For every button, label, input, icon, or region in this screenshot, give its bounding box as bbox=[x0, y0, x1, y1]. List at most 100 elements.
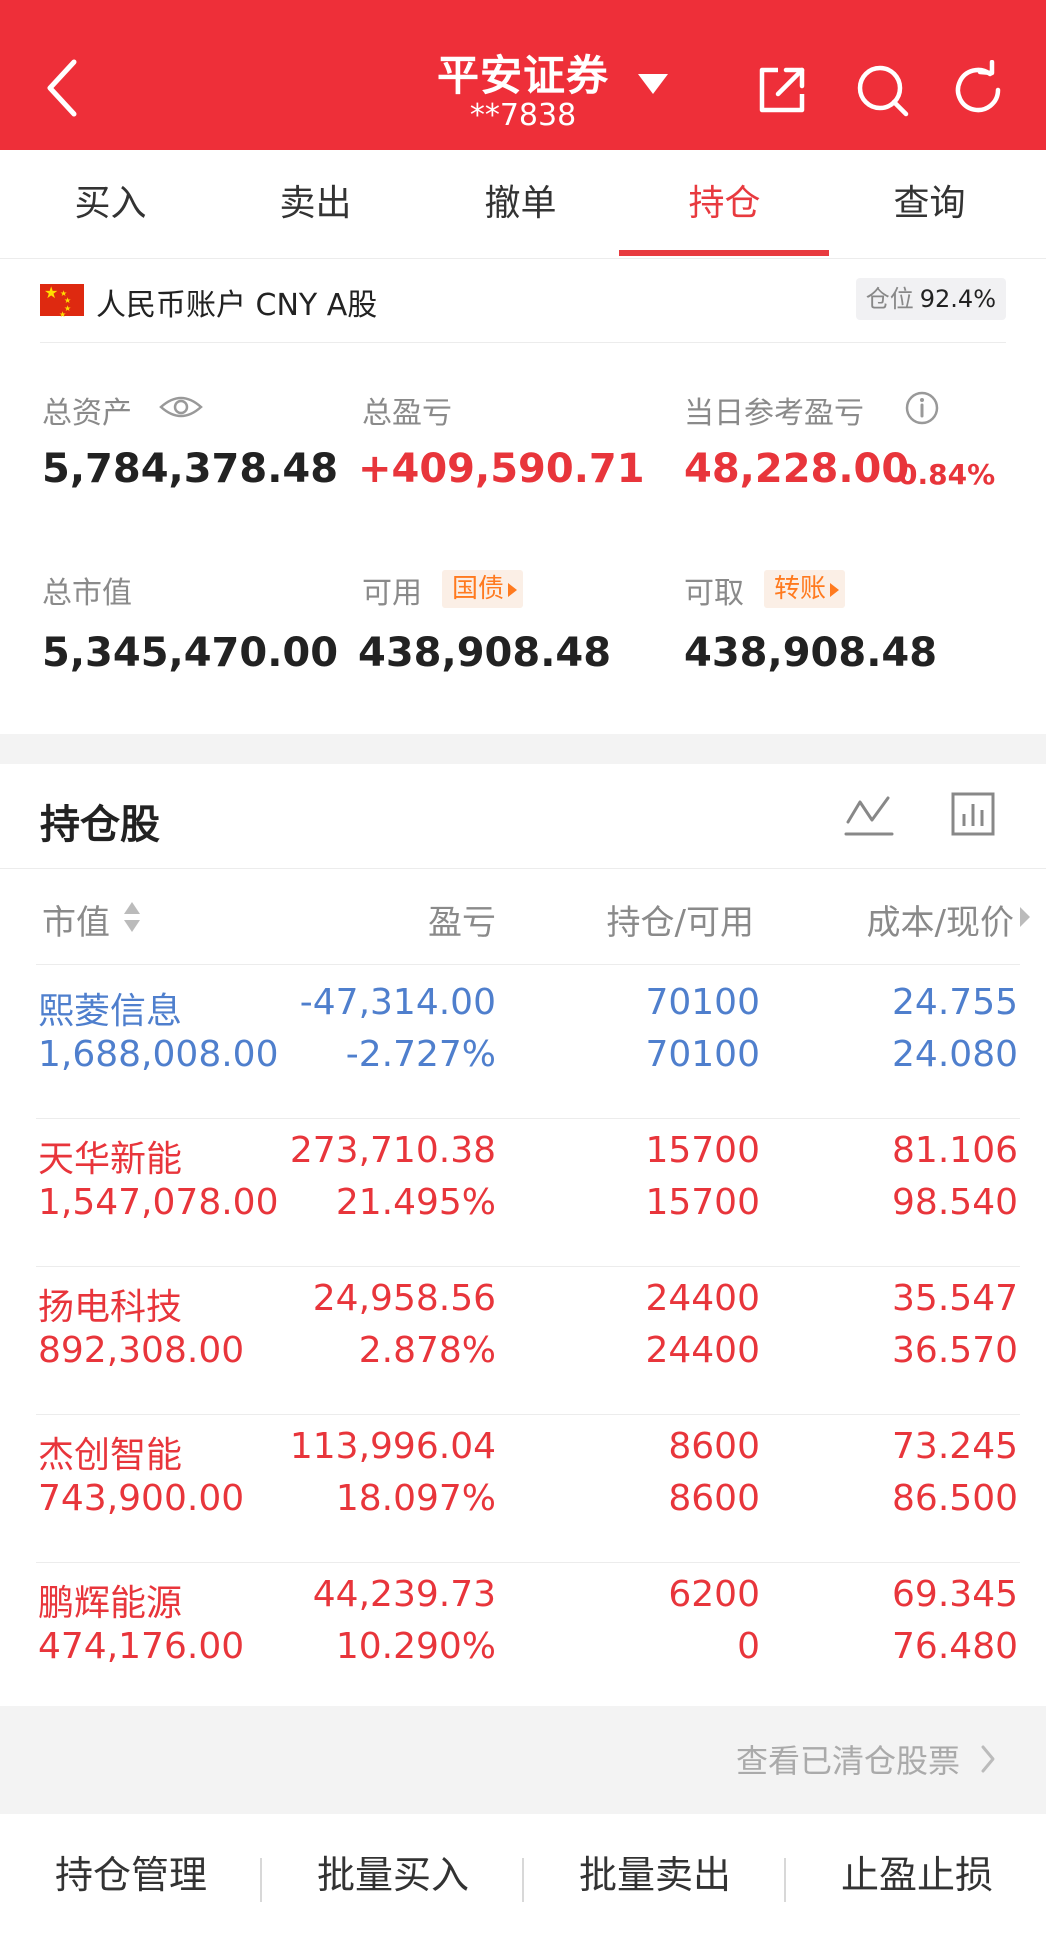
position-ratio-badge: 仓位 92.4% bbox=[855, 278, 1006, 320]
take-profit-stop-loss-button[interactable]: 止盈止损 bbox=[786, 1844, 1046, 1899]
available-label: 可用 bbox=[362, 576, 422, 611]
stock-pl-percent: -2.727% bbox=[345, 1034, 496, 1075]
divider bbox=[36, 1118, 1020, 1119]
available-value: 438,908.48 bbox=[358, 630, 612, 676]
stock-available: 15700 bbox=[645, 1182, 760, 1223]
divider bbox=[36, 1414, 1020, 1415]
batch-sell-button[interactable]: 批量卖出 bbox=[524, 1844, 786, 1899]
total-pl-label: 总盈亏 bbox=[362, 396, 452, 431]
stock-available: 70100 bbox=[645, 1034, 760, 1075]
account-bar: ★ ★ ★ ★ ★ 人民币账户 CNY A股 仓位 92.4% bbox=[40, 272, 1006, 343]
transfer-tag[interactable]: 转账 bbox=[764, 570, 846, 608]
column-header-market-value[interactable]: 市值 bbox=[42, 895, 110, 944]
market-value-value: 5,345,470.00 bbox=[42, 630, 339, 676]
stock-price: 76.480 bbox=[892, 1626, 1018, 1667]
daily-pl-percent: 0.84% bbox=[898, 458, 996, 491]
view-cleared-stocks-link[interactable]: 查看已清仓股票 bbox=[736, 1736, 960, 1782]
stock-position: 8600 bbox=[668, 1426, 760, 1467]
treasury-bond-tag[interactable]: 国债 bbox=[442, 570, 524, 608]
active-tab-indicator bbox=[619, 250, 829, 256]
tab-buy[interactable]: 买入 bbox=[8, 150, 213, 258]
market-value-label: 总市值 bbox=[42, 576, 132, 611]
total-pl-value: +409,590.71 bbox=[358, 446, 645, 492]
stock-pl-percent: 2.878% bbox=[358, 1330, 496, 1371]
stock-price: 24.080 bbox=[892, 1034, 1018, 1075]
china-flag-icon: ★ ★ ★ ★ ★ bbox=[40, 284, 84, 319]
column-header-cost-price: 成本/现价 bbox=[866, 903, 1014, 943]
holding-row[interactable]: 鹏辉能源 474,176.00 44,239.73 10.290% 6200 0 69.34… bbox=[0, 1564, 1046, 1712]
divider bbox=[36, 1562, 1020, 1563]
eye-icon[interactable] bbox=[158, 392, 204, 422]
stock-available: 0 bbox=[737, 1626, 760, 1667]
column-header-position: 持仓/可用 bbox=[606, 903, 754, 943]
chevron-right-icon[interactable] bbox=[980, 1744, 996, 1774]
stock-price: 98.540 bbox=[892, 1182, 1018, 1223]
withdrawable-value: 438,908.48 bbox=[684, 630, 938, 676]
stock-market-value: 1,688,008.00 bbox=[38, 1034, 279, 1075]
sort-icon[interactable] bbox=[122, 900, 142, 934]
play-arrow-icon bbox=[508, 582, 518, 597]
share-icon[interactable] bbox=[752, 60, 812, 120]
stock-market-value: 474,176.00 bbox=[38, 1626, 245, 1667]
stock-name: 熙菱信息 bbox=[38, 991, 183, 1032]
stock-price: 36.570 bbox=[892, 1330, 1018, 1371]
trade-tabs: 买入 卖出 撤单 持仓 查询 bbox=[0, 150, 1046, 259]
stock-market-value: 743,900.00 bbox=[38, 1478, 245, 1519]
divider bbox=[0, 868, 1046, 869]
bottom-action-bar: 持仓管理 批量买入 批量卖出 止盈止损 bbox=[0, 1814, 1046, 1942]
search-icon[interactable] bbox=[852, 60, 912, 120]
withdrawable-label: 可取 bbox=[684, 576, 744, 611]
stock-pl-percent: 21.495% bbox=[335, 1182, 496, 1223]
account-type-label: 人民币账户 CNY A股 bbox=[96, 288, 378, 323]
stock-cost: 35.547 bbox=[892, 1278, 1018, 1319]
total-assets-value: 5,784,378.48 bbox=[42, 446, 339, 492]
bar-chart-icon[interactable] bbox=[950, 790, 996, 838]
app-header: 平安证券 **7838 bbox=[0, 0, 1046, 150]
chevron-right-icon[interactable] bbox=[1018, 905, 1032, 929]
stock-position: 15700 bbox=[645, 1130, 760, 1171]
tab-holdings[interactable]: 持仓 bbox=[622, 150, 827, 258]
stock-available: 24400 bbox=[645, 1330, 760, 1371]
play-arrow-icon bbox=[830, 582, 840, 597]
holding-row[interactable]: 杰创智能 743,900.00 113,996.04 18.097% 8600 8600 7… bbox=[0, 1416, 1046, 1564]
column-header-pl: 盈亏 bbox=[428, 903, 496, 943]
position-ratio-value: 92.4% bbox=[919, 285, 996, 313]
daily-pl-label: 当日参考盈亏 bbox=[684, 396, 864, 431]
holding-row[interactable]: 天华新能 1,547,078.00 273,710.38 21.495% 15700 15… bbox=[0, 1120, 1046, 1268]
stock-pl: 24,958.56 bbox=[312, 1278, 496, 1319]
transfer-tag-label[interactable]: 转账 bbox=[774, 574, 826, 604]
refresh-icon[interactable] bbox=[948, 60, 1008, 120]
stock-name: 天华新能 bbox=[38, 1139, 183, 1180]
info-icon[interactable] bbox=[904, 390, 940, 426]
stock-pl-percent: 18.097% bbox=[335, 1478, 496, 1519]
divider bbox=[36, 1266, 1020, 1267]
stock-name: 杰创智能 bbox=[38, 1435, 183, 1476]
stock-cost: 69.345 bbox=[892, 1574, 1018, 1615]
stock-pl: 113,996.04 bbox=[289, 1426, 496, 1467]
stock-market-value: 892,308.00 bbox=[38, 1330, 245, 1371]
total-assets-label: 总资产 bbox=[42, 396, 132, 431]
section-gap bbox=[0, 734, 1046, 764]
stock-pl-percent: 10.290% bbox=[335, 1626, 496, 1667]
stock-position: 24400 bbox=[645, 1278, 760, 1319]
broker-name[interactable]: 平安证券 bbox=[437, 51, 609, 100]
stock-price: 86.500 bbox=[892, 1478, 1018, 1519]
batch-buy-button[interactable]: 批量买入 bbox=[262, 1844, 524, 1899]
line-chart-icon[interactable] bbox=[844, 790, 894, 840]
cleared-stocks-bar[interactable]: 查看已清仓股票 bbox=[0, 1706, 1046, 1814]
holding-row[interactable]: 熙菱信息 1,688,008.00 -47,314.00 -2.727% 70100 70… bbox=[0, 972, 1046, 1120]
stock-position: 6200 bbox=[668, 1574, 760, 1615]
tab-query[interactable]: 查询 bbox=[827, 150, 1032, 258]
manage-holdings-button[interactable]: 持仓管理 bbox=[0, 1844, 262, 1899]
stock-available: 8600 bbox=[668, 1478, 760, 1519]
stock-cost: 24.755 bbox=[892, 982, 1018, 1023]
tab-sell[interactable]: 卖出 bbox=[213, 150, 418, 258]
stock-name: 扬电科技 bbox=[38, 1287, 183, 1328]
stock-cost: 73.245 bbox=[892, 1426, 1018, 1467]
stock-position: 70100 bbox=[645, 982, 760, 1023]
holding-row[interactable]: 扬电科技 892,308.00 24,958.56 2.878% 24400 24400 3… bbox=[0, 1268, 1046, 1416]
caret-down-icon[interactable] bbox=[636, 70, 670, 96]
holdings-title: 持仓股 bbox=[40, 802, 160, 848]
tab-cancel[interactable]: 撤单 bbox=[418, 150, 623, 258]
treasury-bond-tag-label[interactable]: 国债 bbox=[452, 574, 504, 604]
